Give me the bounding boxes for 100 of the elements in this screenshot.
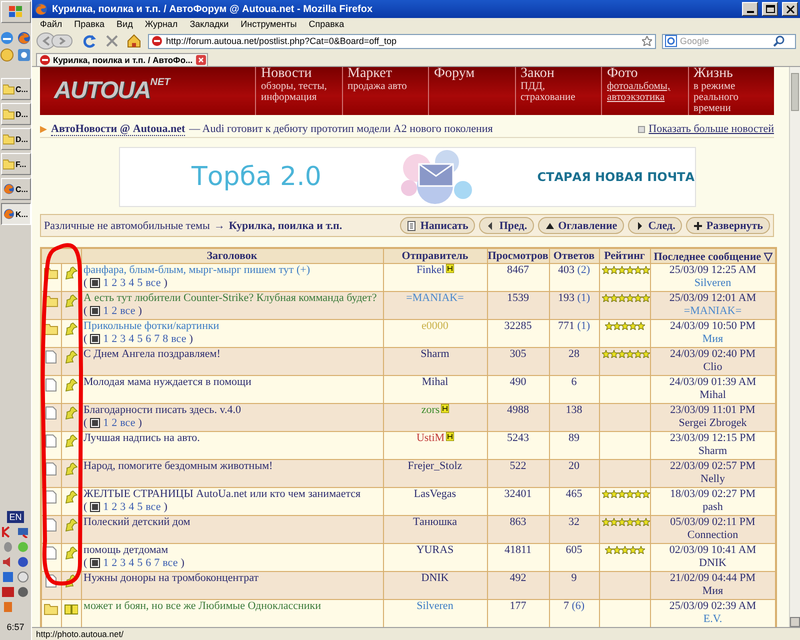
search-box[interactable]: Google <box>662 34 796 48</box>
page-link[interactable]: 3 <box>120 276 126 289</box>
start-button[interactable] <box>0 1 30 23</box>
last-poster-link[interactable]: Clio <box>652 360 773 373</box>
sender-link[interactable]: LasVegas <box>414 488 456 500</box>
menu-item[interactable]: Журнал <box>144 19 178 29</box>
new-replies-link[interactable]: (1) <box>577 292 590 304</box>
last-poster-link[interactable]: Мия <box>652 332 773 345</box>
toolbar-button[interactable]: Оглавление <box>538 217 624 234</box>
nav-subtitle[interactable]: фотоальбомы, автоэкзотика <box>607 81 682 103</box>
page-link[interactable]: все <box>120 304 136 317</box>
last-poster-link[interactable]: E.V. <box>652 612 773 625</box>
news-source-link[interactable]: АвтоНовости @ Autoua.net <box>51 122 186 136</box>
page-link[interactable]: 4 <box>128 332 134 345</box>
new-replies-link[interactable]: (6) <box>572 600 585 612</box>
column-header[interactable]: Рейтинг <box>599 248 650 264</box>
sender-link[interactable]: Finkel <box>416 264 445 276</box>
nav-link[interactable]: Закон <box>520 67 554 81</box>
page-link[interactable]: 7 <box>154 332 160 345</box>
page-link[interactable]: 1 <box>103 332 109 345</box>
page-link[interactable]: 2 <box>112 332 118 345</box>
firefox-icon[interactable] <box>17 31 31 45</box>
page-link[interactable]: 2 <box>112 500 118 513</box>
app-icon[interactable] <box>17 48 31 62</box>
last-poster-link[interactable]: Мия <box>652 584 773 597</box>
page-link[interactable]: 2 <box>112 276 118 289</box>
nav-link[interactable]: Жизнь <box>694 67 733 81</box>
toolbar-button[interactable]: Пред. <box>479 217 534 234</box>
page-link[interactable]: все <box>146 500 161 513</box>
column-header[interactable]: Последнее сообщение ▽ <box>650 248 776 264</box>
page-link[interactable]: 3 <box>120 500 126 513</box>
new-replies-link[interactable]: (2) <box>577 264 590 276</box>
toolbar-button[interactable]: Развернуть <box>686 217 770 234</box>
menu-item[interactable]: Вид <box>116 19 133 29</box>
page-link[interactable]: 5 <box>137 500 143 513</box>
topic-link[interactable]: фанфара, блым-блым, мырг-мырг пишем тут (+) <box>84 264 380 276</box>
column-header[interactable]: Отправитель <box>383 248 487 264</box>
page-link[interactable]: все <box>162 556 178 569</box>
window-icon[interactable] <box>2 571 14 583</box>
last-poster-link[interactable]: DNIK <box>652 556 773 569</box>
home-button[interactable] <box>126 33 142 49</box>
toolbar-button[interactable]: След. <box>628 217 682 234</box>
page-link[interactable]: 2 <box>112 416 118 429</box>
nav-subtitle[interactable]: обзоры, тесты, информация <box>261 81 336 103</box>
network-icon[interactable] <box>17 526 29 538</box>
page-link[interactable]: 1 <box>103 416 109 429</box>
taskbar-button[interactable]: D... <box>0 103 30 125</box>
column-header[interactable]: Заголовок <box>81 248 383 264</box>
nav-subtitle[interactable]: продажа авто <box>348 81 407 92</box>
nav-link[interactable]: Новости <box>261 67 312 81</box>
page-link[interactable]: 4 <box>128 500 134 513</box>
page-link[interactable]: 3 <box>120 332 126 345</box>
page-link[interactable]: 2 <box>112 304 118 317</box>
ad-banner[interactable]: Торба 2.0 СТАРАЯ НОВАЯ ПОЧТА <box>118 147 696 207</box>
sender-link[interactable]: DNIK <box>421 572 449 584</box>
page-link[interactable]: 6 <box>146 556 152 569</box>
nav-subtitle[interactable]: в режиме реального времени <box>694 81 769 114</box>
menu-item[interactable]: Инструменты <box>240 19 297 29</box>
browser-icon[interactable] <box>0 31 14 45</box>
sender-link[interactable]: YURAS <box>416 544 454 556</box>
last-poster-link[interactable]: Sharm <box>652 444 773 457</box>
page-link[interactable]: все <box>146 276 161 289</box>
last-poster-link[interactable]: Silveren <box>652 276 773 289</box>
last-poster-link[interactable]: Connection <box>652 528 773 541</box>
last-poster-link[interactable]: Nelly <box>652 472 773 485</box>
page-link[interactable]: все <box>120 416 136 429</box>
topic-link[interactable]: Прикольные фотки/картинки <box>84 320 380 332</box>
more-news-link[interactable]: Показать больше новостей <box>648 123 774 135</box>
taskbar-button[interactable]: F... <box>0 153 30 175</box>
news-headline[interactable]: — Audi готовит к дебюту прототип модели A2 нового поколения <box>189 123 634 135</box>
last-poster-link[interactable]: Sergei Zbrogek <box>652 416 773 429</box>
tab[interactable]: Курилка, поилка и т.п. / АвтоФо... <box>36 53 208 66</box>
topic-link[interactable]: ЖЕЛТЫЕ СТРАНИЦЫ AutoUa.net или кто чем занимается <box>84 488 380 500</box>
sender-link[interactable]: Танюшка <box>413 516 457 528</box>
page-link[interactable]: 5 <box>137 556 143 569</box>
page-link[interactable]: 2 <box>112 556 118 569</box>
stop-button[interactable] <box>104 33 120 49</box>
topic-link[interactable]: Благодарности писать здесь. v.4.0 <box>84 404 380 416</box>
nav-link[interactable]: Маркет <box>348 67 392 81</box>
reload-button[interactable] <box>82 33 98 49</box>
sender-link[interactable]: UstiM <box>416 432 445 444</box>
menu-item[interactable]: Файл <box>40 19 62 29</box>
last-poster-link[interactable]: pash <box>652 500 773 513</box>
column-header[interactable]: Просмотров <box>487 248 549 264</box>
search-engine-icon[interactable] <box>665 35 677 47</box>
taskbar-button[interactable]: C... <box>0 178 30 200</box>
nav-link[interactable]: Фото <box>607 67 638 81</box>
column-header[interactable]: Ответов <box>549 248 599 264</box>
page-link[interactable]: 1 <box>103 304 109 317</box>
nav-link[interactable]: Форум <box>434 67 475 81</box>
address-field[interactable]: http://forum.autoua.net/postlist.php?Cat=0&Board=off_top <box>148 34 656 48</box>
breadcrumb-link[interactable]: Различные не автомобильные темы <box>44 220 210 232</box>
page-link[interactable]: 5 <box>137 276 143 289</box>
topic-link[interactable]: помощь детдомам <box>84 544 380 556</box>
site-logo[interactable]: AUTOUA$^{NET}$ <box>40 67 255 115</box>
page-link[interactable]: 3 <box>120 556 126 569</box>
topic-link[interactable]: А есть тут любители Counter-Strike? Клубная комманда будет? <box>84 292 380 304</box>
taskbar-button[interactable]: C... <box>0 78 30 100</box>
scrollbar[interactable] <box>789 67 800 627</box>
page-link[interactable]: 7 <box>154 556 160 569</box>
